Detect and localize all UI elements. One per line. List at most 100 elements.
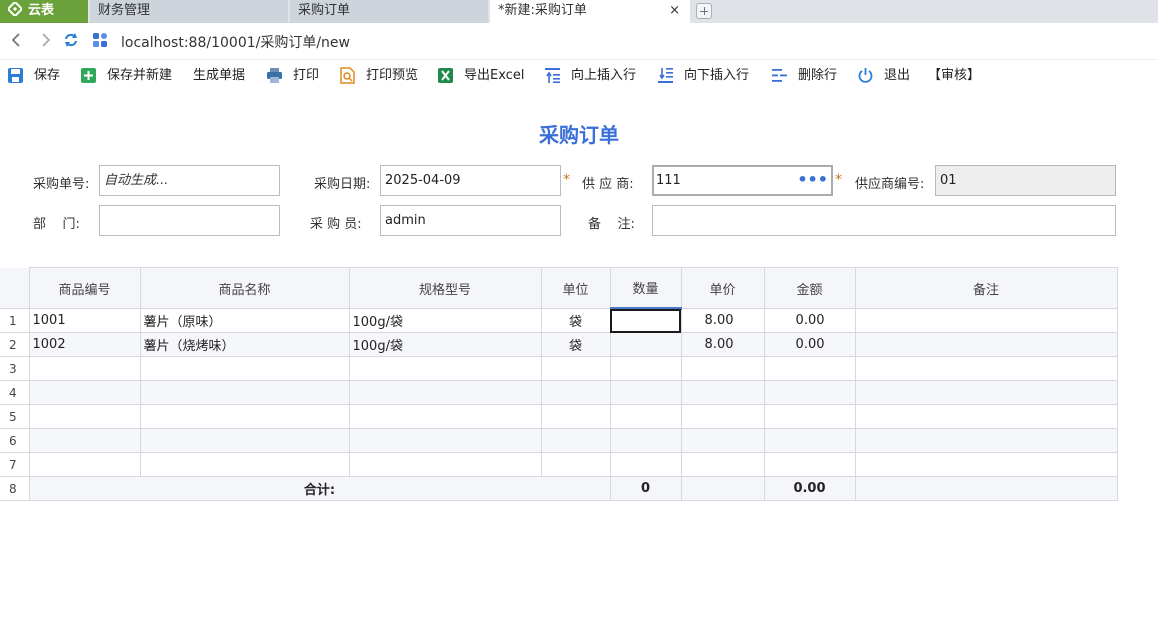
cell-amount[interactable] xyxy=(763,380,856,405)
new-tab-button[interactable] xyxy=(696,3,712,19)
cell-spec[interactable] xyxy=(348,356,542,381)
cell-price[interactable] xyxy=(680,404,765,429)
cell-price[interactable] xyxy=(680,380,765,405)
audit-button[interactable]: 【审核】 xyxy=(928,66,982,86)
column-header-code[interactable]: 商品编号 xyxy=(28,267,141,309)
cell-code[interactable] xyxy=(28,404,141,429)
row-number: 1 xyxy=(0,308,30,333)
cell-code[interactable] xyxy=(28,452,141,477)
cell-spec[interactable]: 100g/袋 xyxy=(348,332,542,357)
cell-remark[interactable] xyxy=(854,356,1118,381)
cell-amount[interactable]: 0.00 xyxy=(763,308,856,333)
close-icon[interactable]: × xyxy=(669,0,680,22)
cell-qty[interactable] xyxy=(609,404,682,429)
cell-name[interactable] xyxy=(139,380,350,405)
cell-unit[interactable] xyxy=(540,404,611,429)
cell-remark[interactable] xyxy=(854,380,1118,405)
cell-name[interactable] xyxy=(139,356,350,381)
generate-document-button[interactable]: 生成单据 xyxy=(193,66,253,86)
cell-spec[interactable]: 100g/袋 xyxy=(348,308,542,333)
cell-price[interactable]: 8.00 xyxy=(680,308,765,333)
column-header-price[interactable]: 单价 xyxy=(680,267,765,309)
cell-remark[interactable] xyxy=(854,428,1118,453)
add-document-icon xyxy=(81,68,96,83)
cell-unit[interactable] xyxy=(540,428,611,453)
tab-purchase-order[interactable]: 采购订单 xyxy=(290,0,488,23)
cell-qty[interactable] xyxy=(609,380,682,405)
cell-amount[interactable] xyxy=(763,428,856,453)
delete-row-button[interactable]: 删除行 xyxy=(771,66,841,86)
app-grid-icon[interactable] xyxy=(91,31,109,49)
order-no-field[interactable]: 自动生成... xyxy=(99,165,280,196)
cell-spec[interactable] xyxy=(348,404,542,429)
buyer-field[interactable]: admin xyxy=(380,205,561,236)
cell-amount[interactable] xyxy=(763,356,856,381)
cell-amount[interactable] xyxy=(763,452,856,477)
remark-field[interactable] xyxy=(652,205,1116,236)
export-excel-button[interactable]: 导出Excel xyxy=(437,66,527,86)
column-header-remark[interactable]: 备注 xyxy=(854,267,1118,309)
cell-name[interactable] xyxy=(139,428,350,453)
refresh-icon[interactable] xyxy=(62,31,80,49)
supplier-value: 111 xyxy=(656,173,681,188)
cell-name[interactable]: 薯片（原味） xyxy=(139,308,350,333)
exit-button[interactable]: 退出 xyxy=(857,66,913,86)
app-logo-tab[interactable]: 云表 xyxy=(0,0,88,23)
cell-code[interactable]: 1001 xyxy=(28,308,141,333)
print-preview-button[interactable]: 打印预览 xyxy=(339,66,421,86)
department-field[interactable] xyxy=(99,205,280,236)
back-arrow-icon[interactable] xyxy=(8,31,26,49)
column-header-name[interactable]: 商品名称 xyxy=(139,267,350,309)
cell-price[interactable]: 8.00 xyxy=(680,332,765,357)
cell-unit[interactable]: 袋 xyxy=(540,332,611,357)
cell-qty[interactable] xyxy=(609,428,682,453)
power-icon xyxy=(858,68,873,83)
cell-spec[interactable] xyxy=(348,452,542,477)
cell-name[interactable] xyxy=(139,452,350,477)
cell-remark[interactable] xyxy=(854,452,1118,477)
cell-spec[interactable] xyxy=(348,428,542,453)
cell-amount[interactable]: 0.00 xyxy=(763,332,856,357)
column-header-qty[interactable]: 数量 xyxy=(609,267,682,310)
row-number: 5 xyxy=(0,404,30,429)
cell-unit[interactable]: 袋 xyxy=(540,308,611,333)
column-header-amount[interactable]: 金额 xyxy=(763,267,856,309)
cell-qty[interactable] xyxy=(609,452,682,477)
forward-arrow-icon[interactable] xyxy=(36,31,54,49)
cell-remark[interactable] xyxy=(854,308,1118,333)
insert-row-below-button[interactable]: 向下插入行 xyxy=(657,66,753,86)
cell-qty-selected[interactable] xyxy=(609,308,682,333)
cell-unit[interactable] xyxy=(540,452,611,477)
cell-price[interactable] xyxy=(680,428,765,453)
save-icon xyxy=(8,68,23,83)
insert-row-above-button[interactable]: 向上插入行 xyxy=(544,66,640,86)
cell-remark[interactable] xyxy=(854,332,1118,357)
print-button[interactable]: 打印 xyxy=(266,66,322,86)
save-and-new-button[interactable]: 保存并新建 xyxy=(80,66,180,86)
more-options-icon[interactable]: ••• xyxy=(797,167,828,192)
tab-bar: 云表 财务管理 采购订单 *新建:采购订单 × xyxy=(0,0,1158,23)
cell-unit[interactable] xyxy=(540,356,611,381)
url-text[interactable]: localhost:88/10001/采购订单/new xyxy=(121,32,350,52)
supplier-field[interactable]: 111 ••• xyxy=(652,165,833,196)
cell-spec[interactable] xyxy=(348,380,542,405)
date-field[interactable]: 2025-04-09 xyxy=(380,165,561,196)
cell-remark[interactable] xyxy=(854,404,1118,429)
column-header-spec[interactable]: 规格型号 xyxy=(348,267,542,309)
tab-new-purchase-order[interactable]: *新建:采购订单 × xyxy=(490,0,690,23)
cell-name[interactable]: 薯片（烧烤味） xyxy=(139,332,350,357)
cell-code[interactable] xyxy=(28,380,141,405)
cell-qty[interactable] xyxy=(609,332,682,357)
cell-code[interactable]: 1002 xyxy=(28,332,141,357)
column-header-unit[interactable]: 单位 xyxy=(540,267,611,309)
tab-finance[interactable]: 财务管理 xyxy=(90,0,288,23)
cell-price[interactable] xyxy=(680,452,765,477)
cell-name[interactable] xyxy=(139,404,350,429)
cell-qty[interactable] xyxy=(609,356,682,381)
cell-code[interactable] xyxy=(28,356,141,381)
cell-unit[interactable] xyxy=(540,380,611,405)
cell-price[interactable] xyxy=(680,356,765,381)
cell-amount[interactable] xyxy=(763,404,856,429)
cell-code[interactable] xyxy=(28,428,141,453)
save-button[interactable]: 保存 xyxy=(7,66,67,86)
